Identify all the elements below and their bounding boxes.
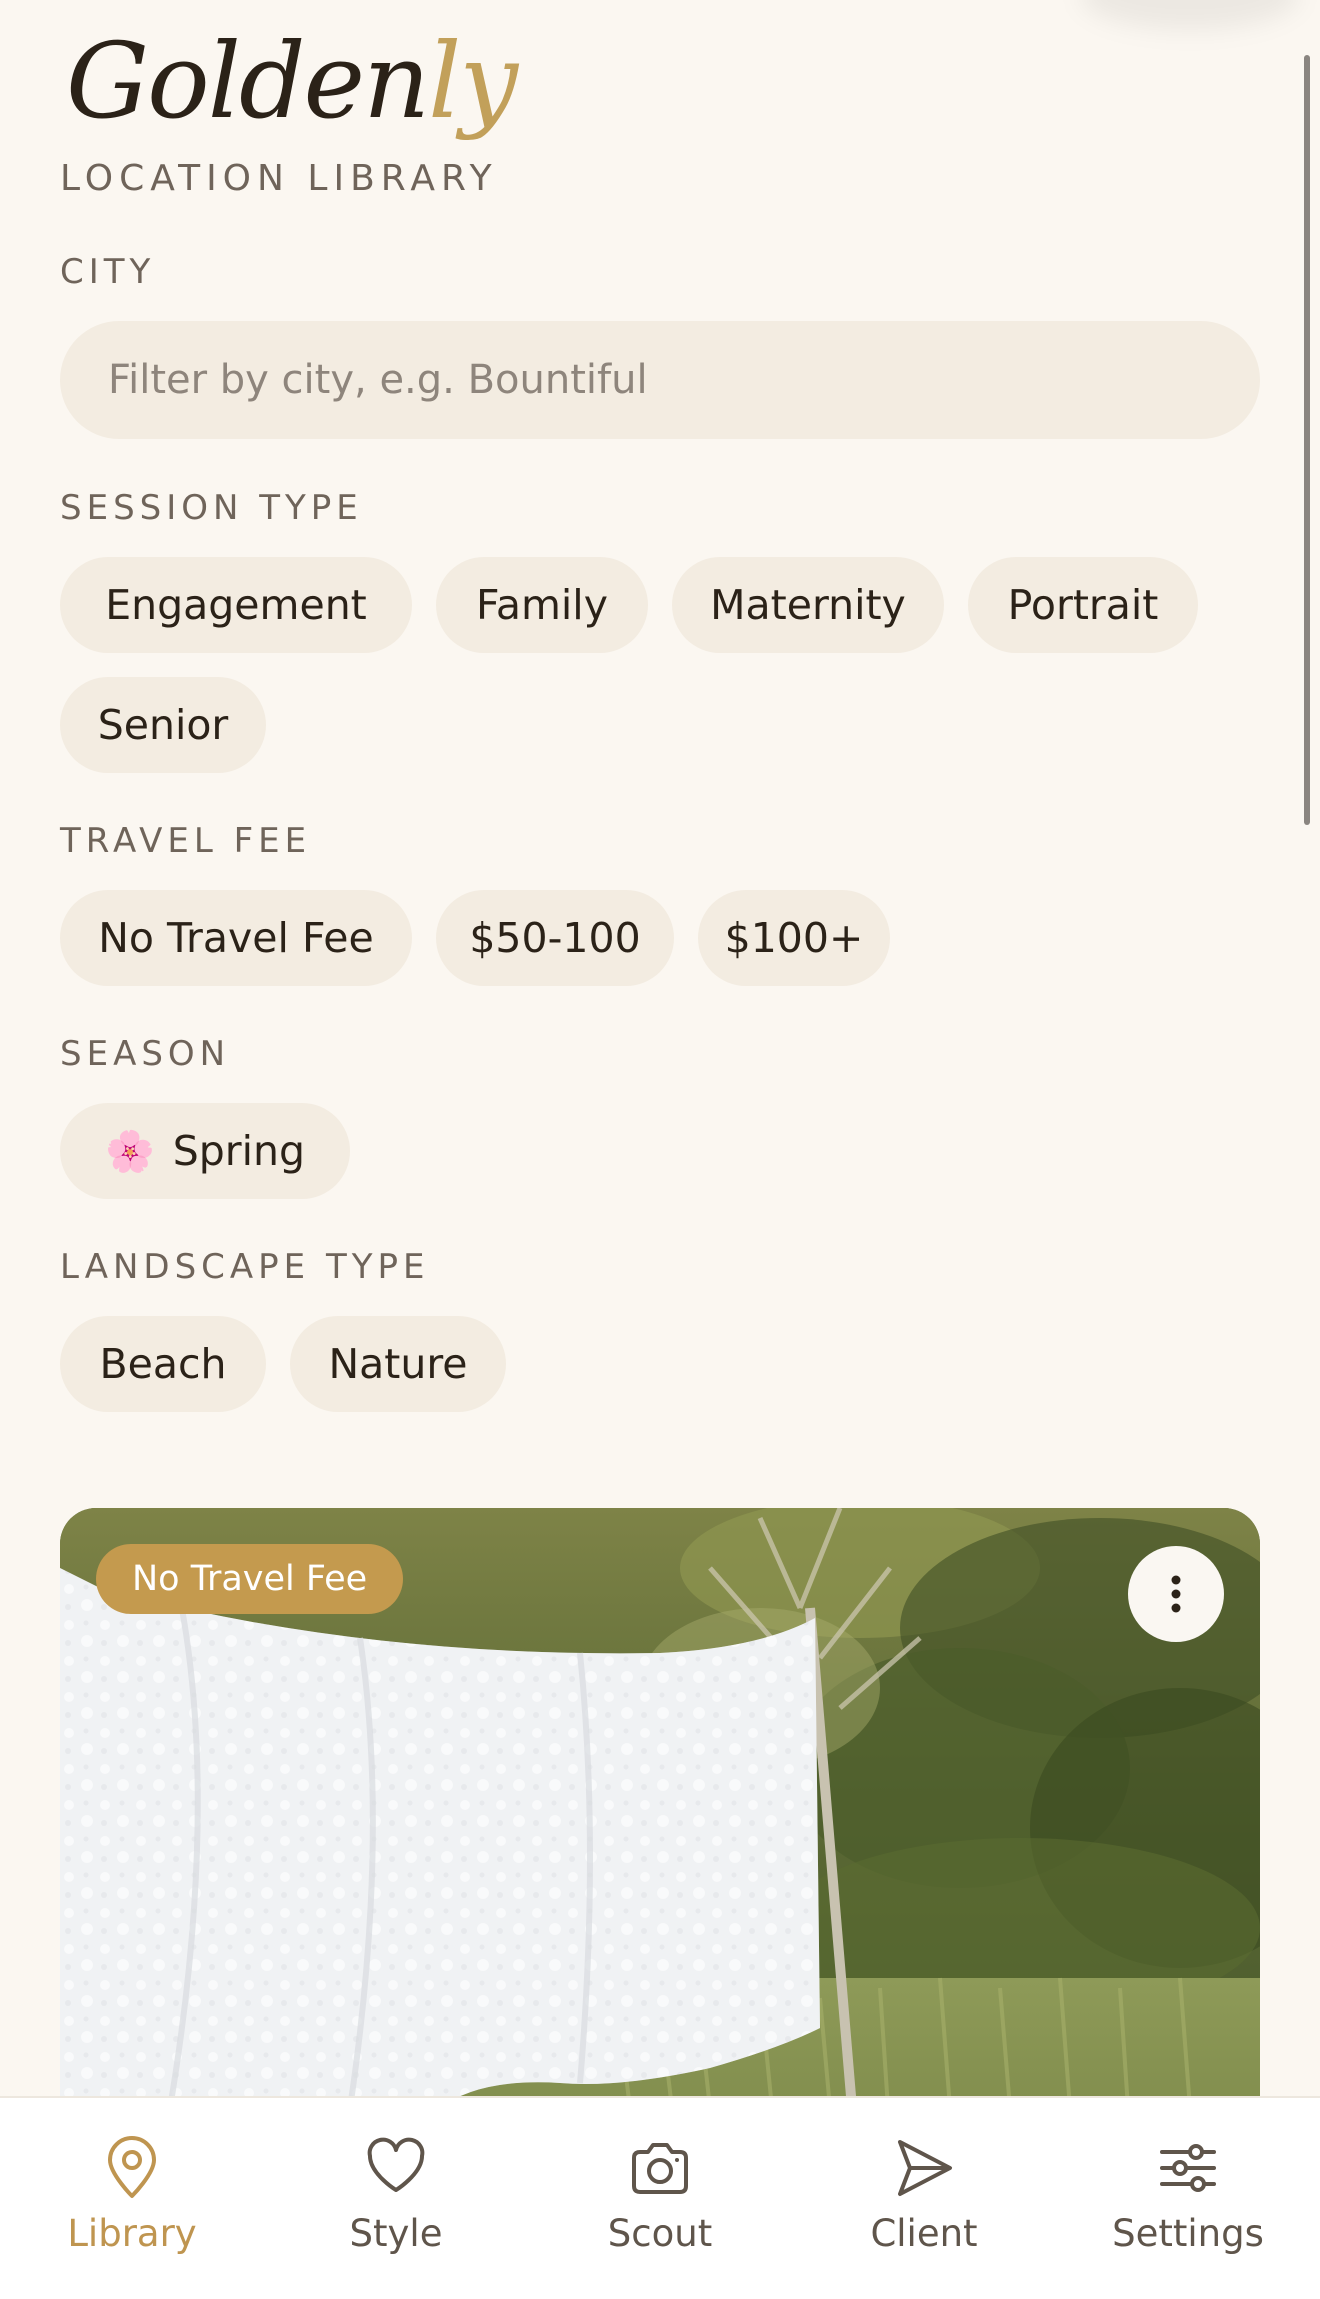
landscape-type-label: LANDSCAPE TYPE bbox=[60, 1247, 430, 1287]
city-label: CITY bbox=[60, 252, 156, 292]
app-logo: Goldenly bbox=[66, 24, 518, 138]
chip-nature[interactable]: Nature bbox=[290, 1316, 506, 1412]
chip-engagement[interactable]: Engagement bbox=[60, 557, 412, 653]
nav-client-label: Client bbox=[870, 2212, 978, 2255]
bottom-nav: Library Style Scout Client Settings bbox=[0, 2096, 1320, 2299]
chip-family[interactable]: Family bbox=[436, 557, 648, 653]
chip-maternity[interactable]: Maternity bbox=[672, 557, 944, 653]
chip-senior[interactable]: Senior bbox=[60, 677, 266, 773]
logo-accent: ly bbox=[428, 20, 518, 142]
nav-settings[interactable]: Settings bbox=[1056, 2098, 1320, 2299]
nav-style-label: Style bbox=[349, 2212, 443, 2255]
send-icon bbox=[898, 2140, 952, 2196]
city-filter-input[interactable] bbox=[60, 321, 1260, 439]
sliders-icon bbox=[1160, 2144, 1216, 2192]
nav-client[interactable]: Client bbox=[792, 2098, 1056, 2299]
nav-library-label: Library bbox=[67, 2212, 197, 2255]
chip-spring-label: Spring bbox=[172, 1127, 306, 1175]
camera-icon bbox=[632, 2143, 688, 2194]
chip-beach[interactable]: Beach bbox=[60, 1316, 266, 1412]
card-menu-button[interactable] bbox=[1128, 1546, 1224, 1642]
nav-scout-label: Scout bbox=[607, 2212, 713, 2255]
heart-icon bbox=[367, 2137, 425, 2192]
chip-100-plus[interactable]: $100+ bbox=[698, 890, 890, 986]
logo-main: Golden bbox=[66, 20, 430, 142]
scrollbar-thumb[interactable] bbox=[1304, 55, 1310, 825]
flower-icon: 🌸 bbox=[104, 1128, 155, 1175]
nav-library[interactable]: Library bbox=[0, 2098, 264, 2299]
season-label: SEASON bbox=[60, 1034, 231, 1074]
nav-settings-label: Settings bbox=[1112, 2212, 1264, 2255]
session-type-label: SESSION TYPE bbox=[60, 488, 363, 528]
chip-50-100[interactable]: $50-100 bbox=[436, 890, 674, 986]
nav-style[interactable]: Style bbox=[264, 2098, 528, 2299]
nav-scout[interactable]: Scout bbox=[528, 2098, 792, 2299]
travel-fee-badge: No Travel Fee bbox=[96, 1544, 404, 1614]
top-shadow bbox=[1080, 0, 1300, 30]
page-title: LOCATION LIBRARY bbox=[60, 158, 498, 199]
map-pin-icon bbox=[108, 2136, 156, 2198]
chip-spring[interactable]: 🌸 Spring bbox=[60, 1103, 350, 1199]
chip-no-travel-fee[interactable]: No Travel Fee bbox=[60, 890, 412, 986]
app-page: Goldenly LOCATION LIBRARY CITY SESSION T… bbox=[0, 0, 1320, 2299]
more-vertical-icon bbox=[1171, 1575, 1181, 1613]
chip-portrait[interactable]: Portrait bbox=[968, 557, 1198, 653]
scrollbar[interactable] bbox=[1304, 55, 1312, 825]
travel-fee-label: TRAVEL FEE bbox=[60, 821, 312, 861]
